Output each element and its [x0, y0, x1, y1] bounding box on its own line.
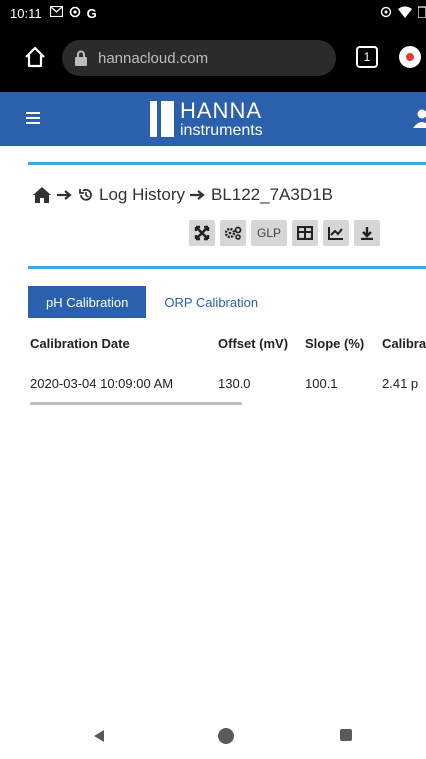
vpn-icon — [380, 6, 392, 21]
settings-gears-icon[interactable] — [220, 220, 246, 246]
arrow-right-icon — [57, 189, 73, 201]
table-row: 2020-03-04 10:09:00 AM 130.0 100.1 2.41 … — [30, 370, 426, 396]
col-header-offset[interactable]: Offset (mV) — [218, 330, 288, 356]
calibration-tabs: pH Calibration ORP Calibration — [28, 286, 276, 318]
breadcrumb-log-history[interactable]: Log History — [99, 185, 185, 205]
home-icon[interactable] — [32, 186, 52, 204]
user-icon[interactable] — [412, 108, 426, 128]
tab-orp-label: ORP Calibration — [164, 294, 259, 310]
history-icon — [78, 187, 94, 203]
download-icon[interactable] — [354, 220, 380, 246]
status-left-icons: G — [49, 5, 97, 21]
hamburger-menu-icon[interactable] — [26, 112, 40, 124]
logo-sub-text: instruments — [180, 121, 263, 139]
breadcrumb: Log History BL122_7A3D1B — [32, 183, 333, 207]
status-bar: 10:11 G — [0, 0, 426, 26]
app-header: HANNA instruments — [0, 92, 426, 146]
cell-calibration: 2.41 p — [382, 375, 419, 391]
mail-icon — [49, 5, 63, 20]
tab-switcher-button[interactable]: 1 — [356, 46, 378, 68]
col-header-calibration-date[interactable]: Calibration Date — [30, 330, 130, 356]
browser-profile-icon[interactable] — [399, 46, 421, 68]
tab-ph-label: pH Calibration — [46, 294, 129, 310]
system-nav-bar — [0, 706, 426, 759]
expand-icon[interactable] — [189, 220, 215, 246]
browser-home-icon[interactable] — [22, 44, 48, 70]
action-toolbar: GLP — [189, 220, 380, 246]
battery-icon — [417, 5, 426, 21]
hanna-logo: HANNA instruments — [150, 98, 263, 140]
screen: 10:11 G hannacloud.com 1 HANNA instrumen… — [0, 0, 426, 759]
glp-button[interactable]: GLP — [251, 220, 287, 246]
logo-brand-text: HANNA — [180, 97, 263, 123]
arrow-right-icon — [189, 189, 206, 201]
status-right-icons — [380, 0, 426, 26]
chart-icon[interactable] — [323, 220, 349, 246]
status-time: 10:11 — [10, 5, 42, 21]
col-header-calibration[interactable]: Calibra — [382, 330, 426, 356]
section-divider-bottom — [28, 266, 426, 269]
cell-slope: 100.1 — [305, 375, 338, 391]
table-horizontal-scrollbar[interactable] — [30, 402, 242, 405]
address-bar[interactable]: hannacloud.com — [62, 40, 336, 76]
table-header-row: Calibration Date Offset (mV) Slope (%) C… — [30, 330, 426, 356]
calibration-table: Calibration Date Offset (mV) Slope (%) C… — [30, 330, 426, 396]
breadcrumb-device: BL122_7A3D1B — [210, 185, 333, 204]
recents-icon[interactable] — [340, 729, 352, 741]
wifi-icon — [398, 6, 412, 21]
col-header-slope[interactable]: Slope (%) — [305, 330, 364, 356]
lock-icon — [75, 50, 87, 66]
profile-dot — [406, 53, 414, 61]
table-icon[interactable] — [292, 220, 318, 246]
cell-calibration-date: 2020-03-04 10:09:00 AM — [30, 375, 174, 391]
tab-ph-calibration[interactable]: pH Calibration — [28, 286, 147, 318]
section-divider-top — [28, 162, 426, 165]
logo-mark — [150, 101, 174, 137]
settings-icon — [69, 6, 81, 21]
glp-label: GLP — [256, 226, 281, 240]
home-button-icon[interactable] — [218, 728, 234, 744]
tab-orp-calibration[interactable]: ORP Calibration — [146, 286, 276, 318]
back-icon[interactable] — [92, 729, 106, 748]
tab-count: 1 — [363, 50, 371, 64]
google-icon: G — [86, 5, 97, 21]
browser-toolbar: hannacloud.com 1 — [0, 26, 426, 92]
url-text: hannacloud.com — [98, 49, 209, 67]
cell-offset: 130.0 — [218, 375, 251, 391]
